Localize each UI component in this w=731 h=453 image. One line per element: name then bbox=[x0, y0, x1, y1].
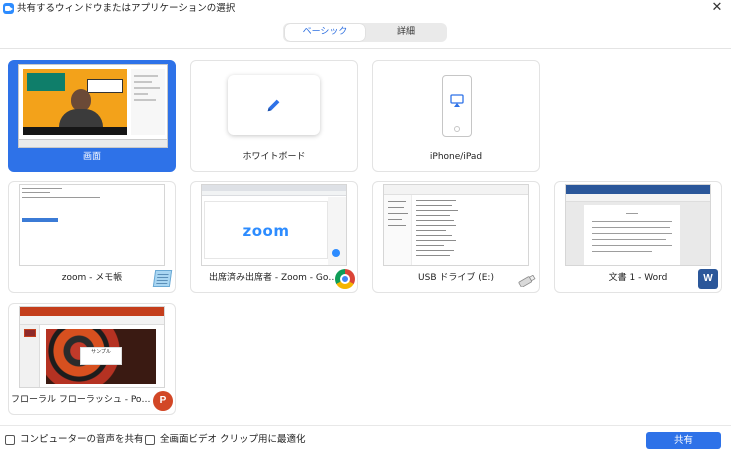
tile-label: iPhone/iPad bbox=[429, 152, 483, 162]
tile-notepad-window[interactable]: zoom - メモ帳 bbox=[8, 181, 176, 293]
screen-video-preview bbox=[23, 69, 127, 135]
tile-screen[interactable]: 画面 bbox=[8, 60, 176, 172]
tile-label: USB ドライブ (E:) bbox=[418, 273, 494, 283]
screen-thumbnail bbox=[18, 64, 168, 148]
optimize-video-label: 全画面ビデオ クリップ用に最適化 bbox=[160, 434, 306, 445]
whiteboard-card bbox=[228, 75, 320, 135]
share-audio-label: コンピューターの音声を共有 bbox=[20, 434, 144, 445]
footer-divider bbox=[0, 425, 731, 426]
notepad-thumbnail bbox=[19, 184, 165, 266]
slide-title-text: サンプル bbox=[80, 347, 122, 365]
share-window: 共有するウィンドウまたはアプリケーションの選択 ✕ ベーシック 詳細 画面 ホワ… bbox=[0, 0, 731, 453]
tile-label: 文書 1 - Word bbox=[608, 273, 668, 283]
tile-label: ホワイトボード bbox=[242, 152, 306, 162]
zoom-logo-text: zoom bbox=[242, 222, 290, 240]
tile-label: 画面 bbox=[82, 152, 101, 162]
window-title: 共有するウィンドウまたはアプリケーションの選択 bbox=[17, 3, 236, 14]
tab-switcher: ベーシック 詳細 bbox=[283, 23, 447, 42]
explorer-thumbnail bbox=[383, 184, 529, 266]
tab-advanced[interactable]: 詳細 bbox=[367, 24, 445, 41]
tile-powerpoint-window[interactable]: サンプル フローラル フローラッシュ - PowerPoint P bbox=[8, 303, 176, 415]
tile-label: zoom - メモ帳 bbox=[61, 273, 123, 283]
tile-word-window[interactable]: 文書 1 - Word W bbox=[554, 181, 722, 293]
title-bar: 共有するウィンドウまたはアプリケーションの選択 ✕ bbox=[0, 0, 731, 18]
tile-chrome-window[interactable]: zoom 出席済み出席者 - Zoom - Googl... bbox=[190, 181, 358, 293]
notepad-icon bbox=[152, 270, 173, 287]
tab-basic[interactable]: ベーシック bbox=[285, 24, 365, 41]
chrome-icon bbox=[335, 269, 355, 289]
close-icon[interactable]: ✕ bbox=[710, 1, 724, 15]
tile-whiteboard[interactable]: ホワイトボード bbox=[190, 60, 358, 172]
powerpoint-icon: P bbox=[153, 391, 173, 411]
tile-label: フローラル フローラッシュ - PowerPoint bbox=[11, 395, 175, 405]
share-audio-checkbox[interactable] bbox=[5, 435, 15, 445]
tile-label: 出席済み出席者 - Zoom - Googl... bbox=[209, 273, 351, 283]
word-thumbnail bbox=[565, 184, 711, 266]
chrome-thumbnail: zoom bbox=[201, 184, 347, 266]
header-divider bbox=[0, 48, 731, 49]
tile-iphone-ipad[interactable]: iPhone/iPad bbox=[372, 60, 540, 172]
optimize-video-checkbox[interactable] bbox=[145, 435, 155, 445]
usb-drive-icon bbox=[518, 275, 536, 287]
zoom-app-icon bbox=[3, 3, 14, 14]
pencil-icon bbox=[267, 99, 280, 112]
phone-airplay-icon bbox=[442, 75, 472, 137]
word-icon: W bbox=[698, 269, 718, 289]
share-button[interactable]: 共有 bbox=[646, 432, 721, 449]
powerpoint-thumbnail: サンプル bbox=[19, 306, 165, 388]
tile-usb-drive-window[interactable]: USB ドライブ (E:) bbox=[372, 181, 540, 293]
